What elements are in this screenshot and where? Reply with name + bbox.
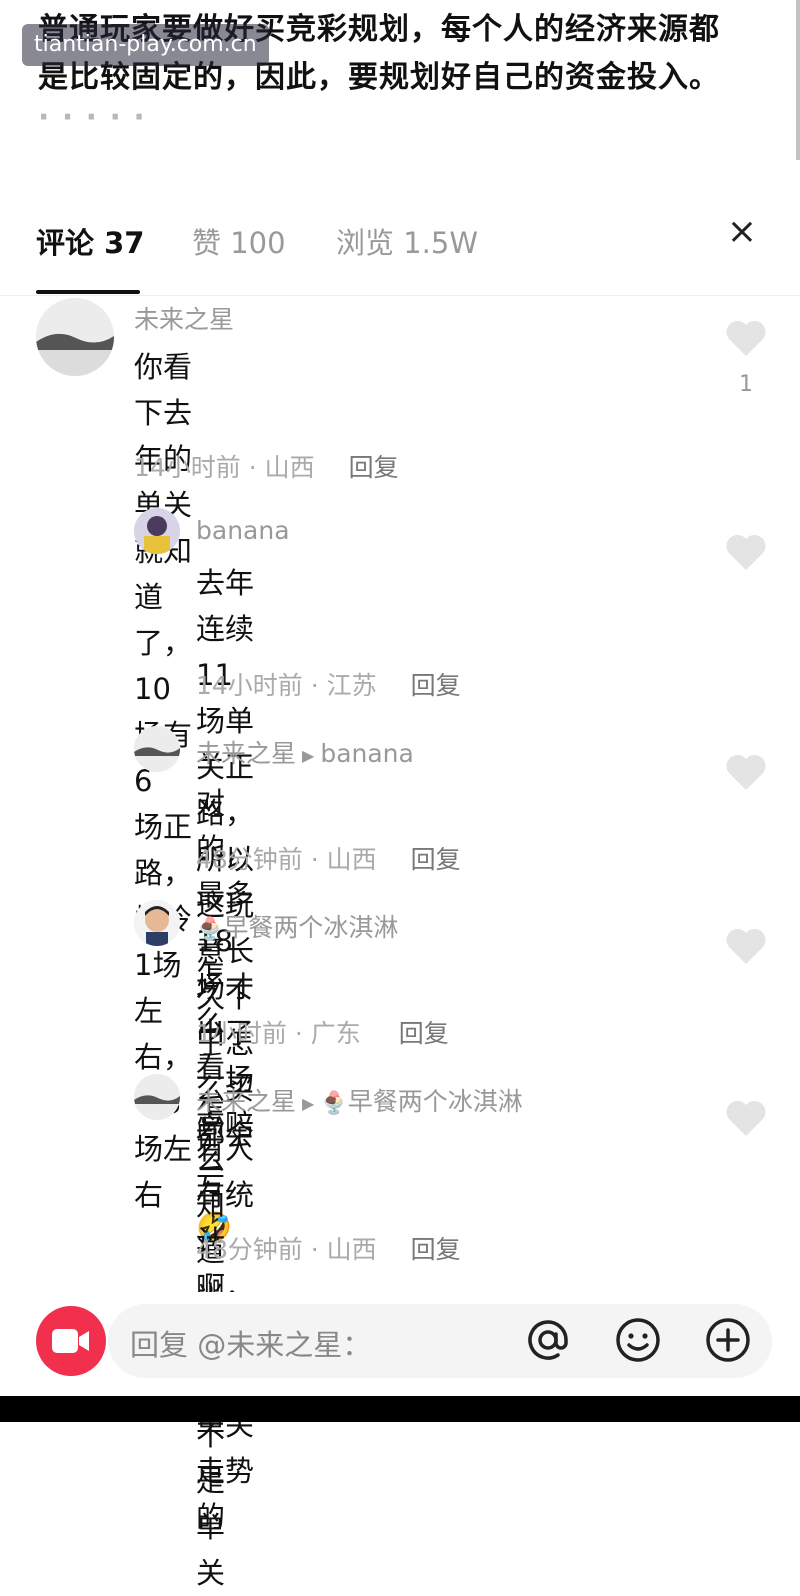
comment-meta: 48分钟前 · 山西 回复 — [196, 1230, 461, 1266]
reply-author[interactable]: 未来之星 — [196, 739, 296, 768]
close-icon[interactable]: × — [722, 212, 762, 252]
tab-bar: 评论 37 赞 100 浏览 1.5W × — [0, 160, 800, 296]
reply-arrow-icon: ▶ — [302, 1093, 315, 1113]
comment-username[interactable]: 未来之星 — [134, 300, 234, 336]
reply-target[interactable]: banana — [320, 739, 414, 768]
avatar[interactable] — [36, 298, 114, 376]
reply-input[interactable]: 回复 @未来之星： — [108, 1304, 772, 1378]
reply-button[interactable]: 回复 — [411, 845, 461, 874]
comment-meta: 14小时前 · 江苏 回复 — [196, 666, 461, 702]
system-nav-bar — [0, 1396, 800, 1422]
comment-username: 🍨早餐两个冰淇淋 — [196, 908, 398, 944]
reply-button[interactable]: 回复 — [349, 453, 399, 482]
reply-target[interactable]: 早餐两个冰淇淋 — [348, 1087, 523, 1116]
active-tab-indicator — [36, 290, 140, 294]
avatar[interactable] — [134, 900, 180, 946]
heart-icon[interactable] — [724, 318, 768, 358]
comment-sheet: 评论 37 赞 100 浏览 1.5W × 未来之星 你看下去年的单关就知道了，… — [0, 160, 800, 1590]
heart-icon[interactable] — [724, 926, 768, 966]
comment-username[interactable]: banana — [196, 516, 290, 545]
scroll-edge — [796, 0, 800, 160]
avatar[interactable] — [134, 1074, 180, 1120]
comment-text-line: 场正路，爆冷1场左右，平3场左右 — [134, 810, 193, 1212]
tab-comments[interactable]: 评论 37 — [36, 220, 144, 262]
article-preview: 普通玩家要做好买竞彩规划，每个人的经济来源都 是比较固定的，因此，要规划好自己的… — [0, 0, 800, 160]
reply-button[interactable]: 回复 — [411, 1235, 461, 1264]
heart-icon[interactable] — [724, 1098, 768, 1138]
tab-views[interactable]: 浏览 1.5W — [336, 220, 478, 262]
reply-button[interactable]: 回复 — [399, 1019, 449, 1048]
like-count: 1 — [739, 372, 753, 397]
video-record-icon — [52, 1329, 89, 1353]
video-record-button[interactable] — [36, 1306, 106, 1376]
tab-likes[interactable]: 赞 100 — [192, 220, 286, 262]
heart-icon[interactable] — [724, 532, 768, 572]
comment-meta: 48分钟前 · 山西 回复 — [196, 840, 461, 876]
emoji-icon[interactable] — [610, 1312, 666, 1368]
comment-time-location: 48分钟前 · 山西 — [196, 845, 377, 874]
reply-arrow-icon: ▶ — [302, 745, 315, 765]
reply-button[interactable]: 回复 — [411, 671, 461, 700]
comment-username: 未来之星 ▶ 🍨早餐两个冰淇淋 — [196, 1082, 523, 1118]
comment-meta: 14小时前 · 山西 回复 — [134, 448, 399, 484]
comment-username: 未来之星 ▶ banana — [196, 734, 414, 770]
comment-time-location: 14小时前 · 山西 — [134, 453, 315, 482]
reply-bar: 回复 @未来之星： — [0, 1292, 800, 1396]
reply-author[interactable]: 未来之星 — [196, 1087, 296, 1116]
avatar[interactable] — [134, 726, 180, 772]
ice-cream-icon: 🍨 — [320, 1091, 348, 1116]
comment-text-line: 的 — [196, 1500, 226, 1534]
heart-icon[interactable] — [724, 752, 768, 792]
reply-input-placeholder: 回复 @未来之星： — [130, 1328, 372, 1362]
at-icon[interactable] — [520, 1312, 576, 1368]
comment-time-location: 14小时前 · 江苏 — [196, 671, 377, 700]
comment-time-location: 1小时前 · 广东 — [196, 1019, 361, 1048]
comment-time-location: 48分钟前 · 山西 — [196, 1235, 377, 1264]
avatar[interactable] — [134, 508, 180, 554]
article-line-3: · · · · · — [38, 100, 146, 135]
comment-username-text[interactable]: 早餐两个冰淇淋 — [223, 913, 398, 942]
comment-meta: 1小时前 · 广东 回复 — [196, 1014, 449, 1050]
watermark: tiantian-play.com.cn — [22, 24, 269, 66]
add-icon[interactable] — [700, 1312, 756, 1368]
ice-cream-icon: 🍨 — [196, 917, 224, 942]
